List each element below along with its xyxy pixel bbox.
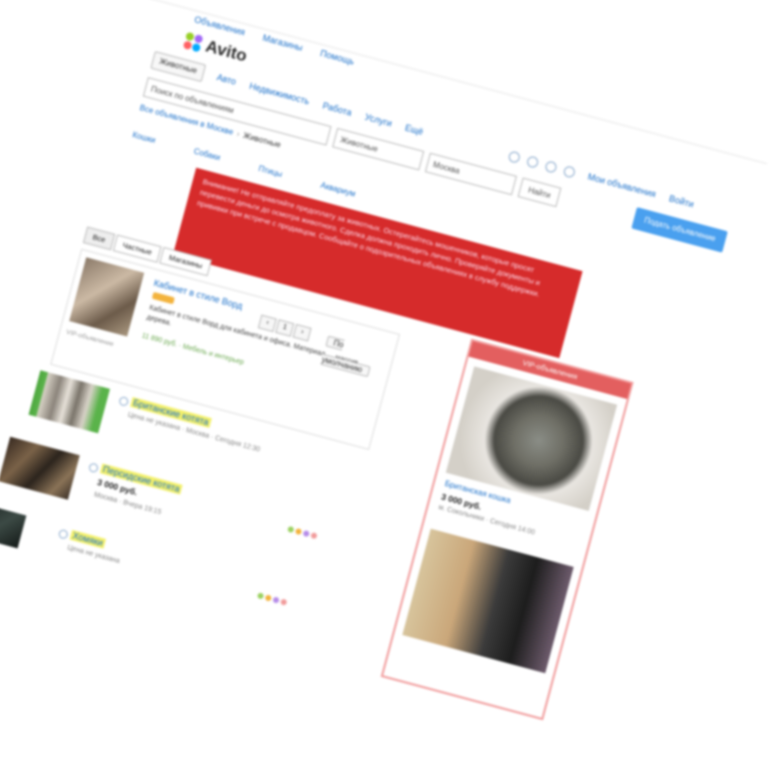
find-button[interactable]: Найти: [517, 177, 562, 208]
highlight-icon: [256, 592, 265, 600]
favorite-icon[interactable]: [57, 528, 69, 540]
premium-icon: [310, 532, 318, 540]
top-link-shops[interactable]: Магазины: [261, 33, 303, 53]
favorite-icon[interactable]: [88, 462, 100, 474]
sort-select-wrap: По умолчанию: [320, 331, 396, 385]
pager-current[interactable]: 1: [275, 319, 295, 337]
tw-icon[interactable]: [562, 164, 576, 179]
vip-sidebar-meta: м. Сокольники · Сегодня 14:00: [437, 504, 536, 537]
post-ad-button[interactable]: Подать объявление: [631, 207, 728, 253]
vip-sidebar: VIP-объявления Британская кошка 3 000 ру…: [380, 338, 634, 721]
nav-link-realty[interactable]: Недвижимость: [248, 81, 310, 107]
nav-link-services[interactable]: Услуги: [364, 112, 393, 129]
pager-next[interactable]: ›: [292, 323, 312, 342]
tab-all[interactable]: Все: [82, 226, 116, 251]
vip-badge: [151, 291, 175, 305]
filter-birds[interactable]: Птицы: [258, 164, 284, 179]
breadcrumb-current: Животные: [242, 130, 282, 150]
filter-aquarium[interactable]: Аквариум: [320, 181, 357, 199]
item-services: [255, 592, 288, 606]
premium-icon: [280, 598, 288, 606]
vip-icon: [272, 596, 280, 604]
up-icon: [294, 527, 303, 536]
vip-photo-puppies[interactable]: [402, 528, 574, 674]
favorite-icon[interactable]: [118, 395, 130, 407]
item-thumbnail[interactable]: [28, 370, 111, 434]
filter-dogs[interactable]: Собаки: [193, 147, 221, 163]
vk-icon[interactable]: [507, 149, 521, 164]
breadcrumb-separator: ›: [235, 129, 241, 139]
nav-link-jobs[interactable]: Работа: [321, 100, 352, 117]
logo-icon: [182, 31, 204, 54]
item-meta: Цена не указана: [66, 544, 121, 566]
vip-thumbnail[interactable]: [69, 257, 145, 337]
up-icon: [264, 594, 272, 602]
item-services: [285, 525, 318, 540]
category-select[interactable]: Животные: [150, 51, 206, 83]
my-ads-link[interactable]: Мои объявления: [587, 172, 657, 200]
vip-icon: [302, 529, 310, 538]
fb-icon[interactable]: [525, 154, 540, 169]
vip-price: 11 890 руб.: [140, 332, 178, 349]
pager-prev[interactable]: ‹: [257, 314, 277, 333]
nav-link-auto[interactable]: Авто: [216, 72, 238, 87]
highlight-icon: [287, 525, 295, 534]
filter-cats[interactable]: Кошки: [131, 130, 156, 145]
nav-link-more[interactable]: Ещё: [404, 123, 424, 137]
logo-text: Avito: [203, 36, 250, 66]
login-link[interactable]: Войти: [668, 193, 695, 209]
page: Объявления Магазины Помощь Avito Животны…: [0, 0, 767, 768]
ok-icon[interactable]: [543, 159, 558, 174]
vip-footnote: VIP-объявление: [65, 328, 115, 349]
